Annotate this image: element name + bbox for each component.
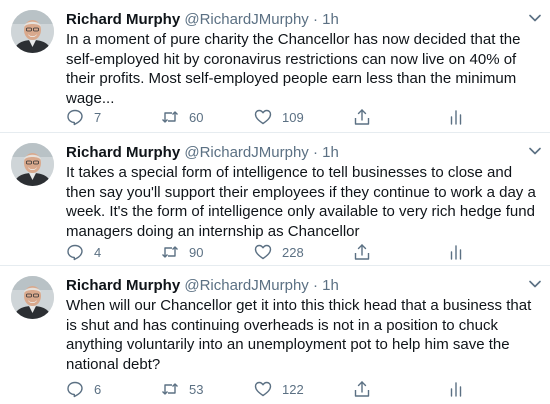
reply-icon xyxy=(67,109,83,126)
avatar[interactable] xyxy=(11,10,54,53)
author-name[interactable]: Richard Murphy xyxy=(66,277,180,294)
like-button[interactable]: 109 xyxy=(254,106,304,128)
tweet-text: It takes a special form of intelligence … xyxy=(66,164,536,240)
action-bar: 7 60 109 xyxy=(66,106,550,128)
avatar[interactable] xyxy=(11,143,54,186)
like-button[interactable]: 122 xyxy=(254,378,304,400)
heart-icon xyxy=(254,381,272,397)
separator-dot: · xyxy=(312,11,318,28)
like-button[interactable]: 228 xyxy=(254,241,304,263)
retweet-icon xyxy=(162,246,178,258)
tweet-header: Richard Murphy @RichardJMurphy · 1h xyxy=(66,276,339,296)
share-icon xyxy=(354,381,370,397)
like-count: 122 xyxy=(282,381,304,397)
reply-icon xyxy=(67,244,83,261)
chevron-down-icon[interactable] xyxy=(529,147,541,155)
avatar-image xyxy=(11,143,54,186)
separator-dot: · xyxy=(312,144,318,161)
tweet-header: Richard Murphy @RichardJMurphy · 1h xyxy=(66,143,339,163)
author-handle[interactable]: @RichardJMurphy xyxy=(184,277,308,294)
heart-icon xyxy=(254,244,272,260)
author-name[interactable]: Richard Murphy xyxy=(66,144,180,161)
avatar-image xyxy=(11,276,54,319)
retweet-button[interactable]: 53 xyxy=(161,378,203,400)
author-name[interactable]: Richard Murphy xyxy=(66,11,180,28)
share-button[interactable] xyxy=(353,378,371,400)
like-count: 228 xyxy=(282,244,304,260)
reply-button[interactable]: 4 xyxy=(66,241,101,263)
action-bar: 4 90 228 xyxy=(66,241,550,263)
share-icon xyxy=(354,244,370,260)
reply-button[interactable]: 7 xyxy=(66,106,101,128)
like-count: 109 xyxy=(282,109,304,125)
tweet-header: Richard Murphy @RichardJMurphy · 1h xyxy=(66,10,339,30)
timestamp[interactable]: 1h xyxy=(322,277,339,294)
analytics-icon xyxy=(450,245,462,260)
tweet[interactable]: Richard Murphy @RichardJMurphy · 1h In a… xyxy=(0,0,550,133)
action-bar: 6 53 122 xyxy=(66,378,550,400)
tweet[interactable]: Richard Murphy @RichardJMurphy · 1h When… xyxy=(0,266,550,404)
retweet-icon xyxy=(162,111,178,123)
tweet-text: When will our Chancellor get it into thi… xyxy=(66,297,532,373)
avatar[interactable] xyxy=(11,276,54,319)
reply-button[interactable]: 6 xyxy=(66,378,101,400)
analytics-button[interactable] xyxy=(447,241,465,263)
share-button[interactable] xyxy=(353,241,371,263)
retweet-button[interactable]: 60 xyxy=(161,106,203,128)
analytics-button[interactable] xyxy=(447,378,465,400)
analytics-icon xyxy=(450,382,462,397)
retweet-count: 60 xyxy=(189,109,204,125)
separator-dot: · xyxy=(312,277,318,294)
timestamp[interactable]: 1h xyxy=(322,11,339,28)
retweet-count: 53 xyxy=(189,381,204,397)
retweet-count: 90 xyxy=(189,244,204,260)
reply-count: 7 xyxy=(94,109,102,125)
chevron-down-icon[interactable] xyxy=(529,280,541,288)
timeline: Richard Murphy @RichardJMurphy · 1h In a… xyxy=(0,0,550,404)
chevron-down-icon[interactable] xyxy=(529,14,541,22)
analytics-icon xyxy=(450,110,462,125)
heart-icon xyxy=(254,109,272,125)
retweet-icon xyxy=(162,383,178,395)
tweet-text: In a moment of pure charity the Chancell… xyxy=(66,31,521,107)
share-button[interactable] xyxy=(353,106,371,128)
timestamp[interactable]: 1h xyxy=(322,144,339,161)
share-icon xyxy=(354,109,370,125)
author-handle[interactable]: @RichardJMurphy xyxy=(184,11,308,28)
tweet[interactable]: Richard Murphy @RichardJMurphy · 1h It t… xyxy=(0,133,550,266)
avatar-image xyxy=(11,10,54,53)
reply-count: 4 xyxy=(94,244,102,260)
retweet-button[interactable]: 90 xyxy=(161,241,203,263)
reply-icon xyxy=(67,381,83,398)
reply-count: 6 xyxy=(94,381,102,397)
author-handle[interactable]: @RichardJMurphy xyxy=(184,144,308,161)
analytics-button[interactable] xyxy=(447,106,465,128)
